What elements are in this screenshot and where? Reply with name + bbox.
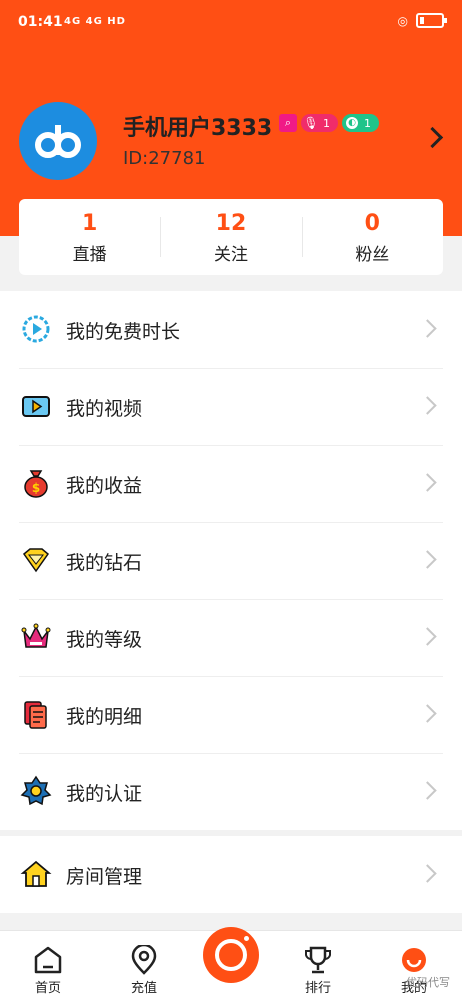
menu-item-certification[interactable]: 我的认证 (0, 753, 462, 830)
coin-level: 1 (364, 116, 371, 130)
camera-icon (215, 936, 249, 971)
menu-item-room-management[interactable]: 房间管理 (0, 836, 462, 913)
status-right: ◎ (397, 13, 447, 28)
tab-label: 排行 (304, 981, 331, 996)
stat-value: 0 (364, 211, 380, 236)
stat-value: 1 (82, 211, 98, 236)
stat-fans[interactable]: 0 粉丝 (301, 199, 443, 275)
search-badge-icon: ⌕ (279, 114, 297, 132)
menu-item-label: 我的视频 (66, 398, 143, 420)
coin-level-badge: ◐ 1 (342, 114, 379, 132)
svg-text:$: $ (32, 481, 40, 495)
smile-icon (402, 948, 426, 972)
menu-list: 我的免费时长 我的视频 $ 我的收益 我的钻石 我的等级 我的明细 我的认证 (0, 291, 462, 830)
chevron-right-icon (418, 864, 437, 883)
badge-icon (20, 775, 52, 806)
stat-label: 直播 (72, 245, 107, 265)
money-bag-icon: $ (24, 470, 48, 498)
status-time: 01:41 (18, 14, 63, 30)
username: 手机用户3333 (123, 116, 273, 141)
stat-live[interactable]: 1 直播 (19, 199, 160, 275)
menu-item-label: 我的认证 (66, 783, 143, 805)
user-badges: ⌕ 🎙 1 ◐ 1 (279, 114, 379, 132)
video-icon (22, 396, 50, 417)
tab-label: 首页 (34, 981, 61, 996)
stat-following[interactable]: 12 关注 (160, 199, 301, 275)
stat-value: 12 (215, 211, 247, 236)
menu-item-label: 房间管理 (66, 866, 143, 888)
menu-item-income[interactable]: $ 我的收益 (0, 445, 462, 522)
home-icon (34, 946, 62, 974)
chevron-right-icon (418, 396, 437, 415)
watermark: 优码代写 (406, 976, 450, 989)
detail-icon (24, 701, 47, 729)
mic-level: 1 (323, 116, 330, 130)
trophy-icon (305, 946, 331, 974)
chevron-right-icon (418, 627, 437, 646)
diamond-icon (22, 548, 50, 573)
menu-item-level[interactable]: 我的等级 (0, 599, 462, 676)
menu-list-2: 房间管理 (0, 836, 462, 913)
chevron-right-icon (418, 704, 437, 723)
lock-icon: ◎ (397, 13, 408, 28)
battery-icon (416, 13, 447, 28)
menu-item-diamond[interactable]: 我的钻石 (0, 522, 462, 599)
tab-home[interactable]: 首页 (18, 945, 78, 996)
avatar[interactable] (19, 102, 97, 180)
status-bar: 01:41 4G 4G HD ◎ (0, 0, 462, 44)
menu-item-label: 我的收益 (66, 475, 143, 497)
app-logo-icon (35, 125, 81, 158)
stat-label: 粉丝 (355, 245, 390, 265)
crown-icon (21, 623, 51, 648)
menu-item-label: 我的等级 (66, 629, 143, 651)
tab-ranking[interactable]: 排行 (288, 945, 348, 996)
mic-icon: 🎙 (303, 116, 319, 130)
stat-label: 关注 (213, 245, 248, 265)
stats-card: 1 直播 12 关注 0 粉丝 (19, 199, 443, 275)
chevron-right-icon (418, 550, 437, 569)
tab-recharge[interactable]: 充值 (114, 945, 174, 996)
menu-item-label: 我的免费时长 (66, 321, 181, 343)
menu-item-detail[interactable]: 我的明细 (0, 676, 462, 753)
chevron-right-icon (418, 319, 437, 338)
signal-indicator: 4G 4G HD (64, 16, 126, 27)
menu-item-video[interactable]: 我的视频 (0, 368, 462, 445)
user-id: ID:27781 (123, 148, 206, 169)
menu-item-label: 我的明细 (66, 706, 143, 728)
chevron-right-icon (418, 473, 437, 492)
tab-label: 充值 (130, 981, 157, 996)
moon-icon: ◐ (346, 117, 358, 129)
menu-item-free-time[interactable]: 我的免费时长 (0, 291, 462, 368)
go-live-button[interactable] (203, 927, 259, 983)
location-pin-icon (131, 945, 157, 975)
mic-level-badge: 🎙 1 (301, 114, 338, 132)
menu-item-label: 我的钻石 (66, 552, 143, 574)
clock-play-icon (22, 315, 50, 343)
house-icon (20, 860, 52, 887)
chevron-right-icon (418, 781, 437, 800)
